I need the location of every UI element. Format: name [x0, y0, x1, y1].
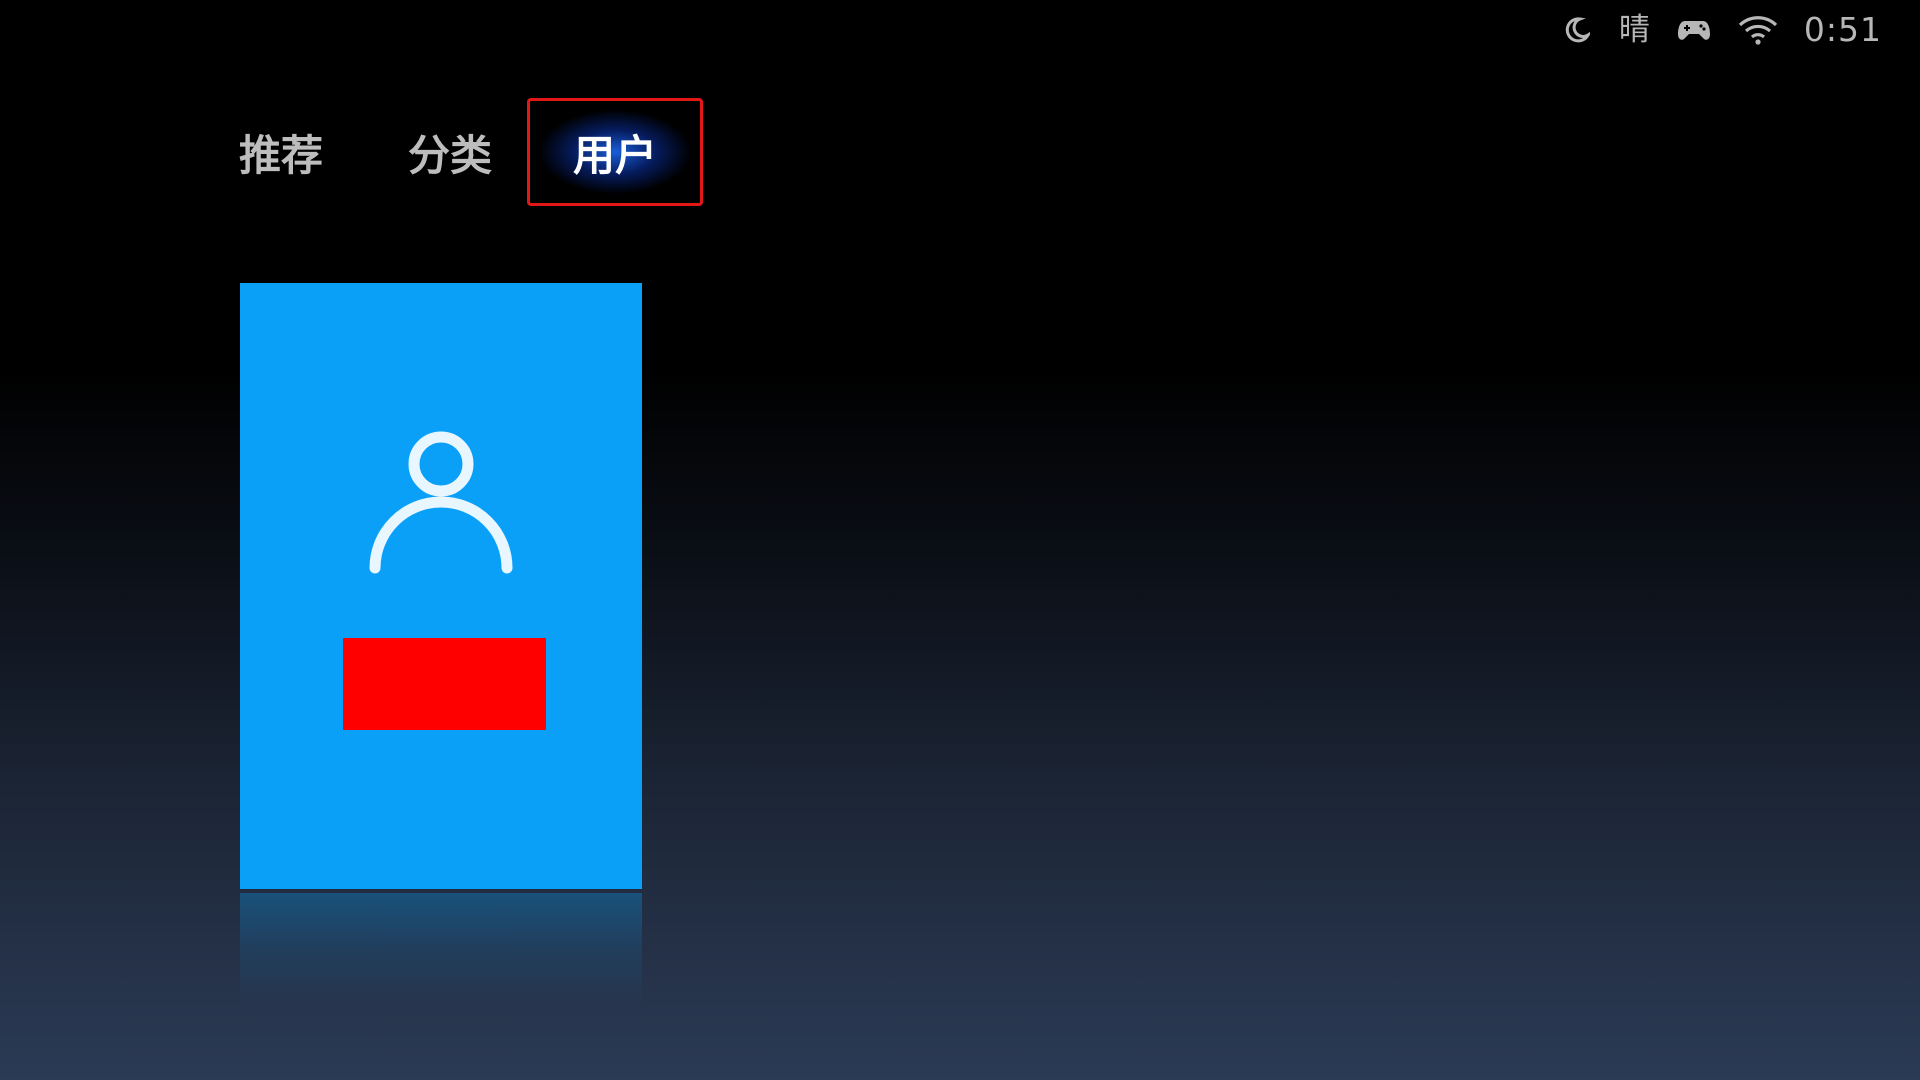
- tab-label: 用户: [572, 130, 657, 180]
- user-tile[interactable]: [240, 283, 642, 889]
- tab-label: 分类: [407, 130, 492, 180]
- user-avatar-icon: [369, 431, 513, 574]
- user-name-redaction: [343, 638, 546, 730]
- moon-icon: [1561, 14, 1593, 46]
- tab-category[interactable]: 分类: [385, 98, 515, 206]
- tab-label: 推荐: [238, 130, 323, 180]
- status-bar: 晴 0:51: [1561, 10, 1882, 49]
- tile-reflection: [240, 893, 642, 1005]
- weather-text: 晴: [1618, 12, 1650, 48]
- clock: 0:51: [1803, 10, 1882, 49]
- gamepad-icon: [1676, 14, 1712, 46]
- tab-user[interactable]: 用户: [527, 98, 703, 206]
- wifi-icon: [1738, 14, 1778, 46]
- tab-recommend[interactable]: 推荐: [216, 98, 346, 206]
